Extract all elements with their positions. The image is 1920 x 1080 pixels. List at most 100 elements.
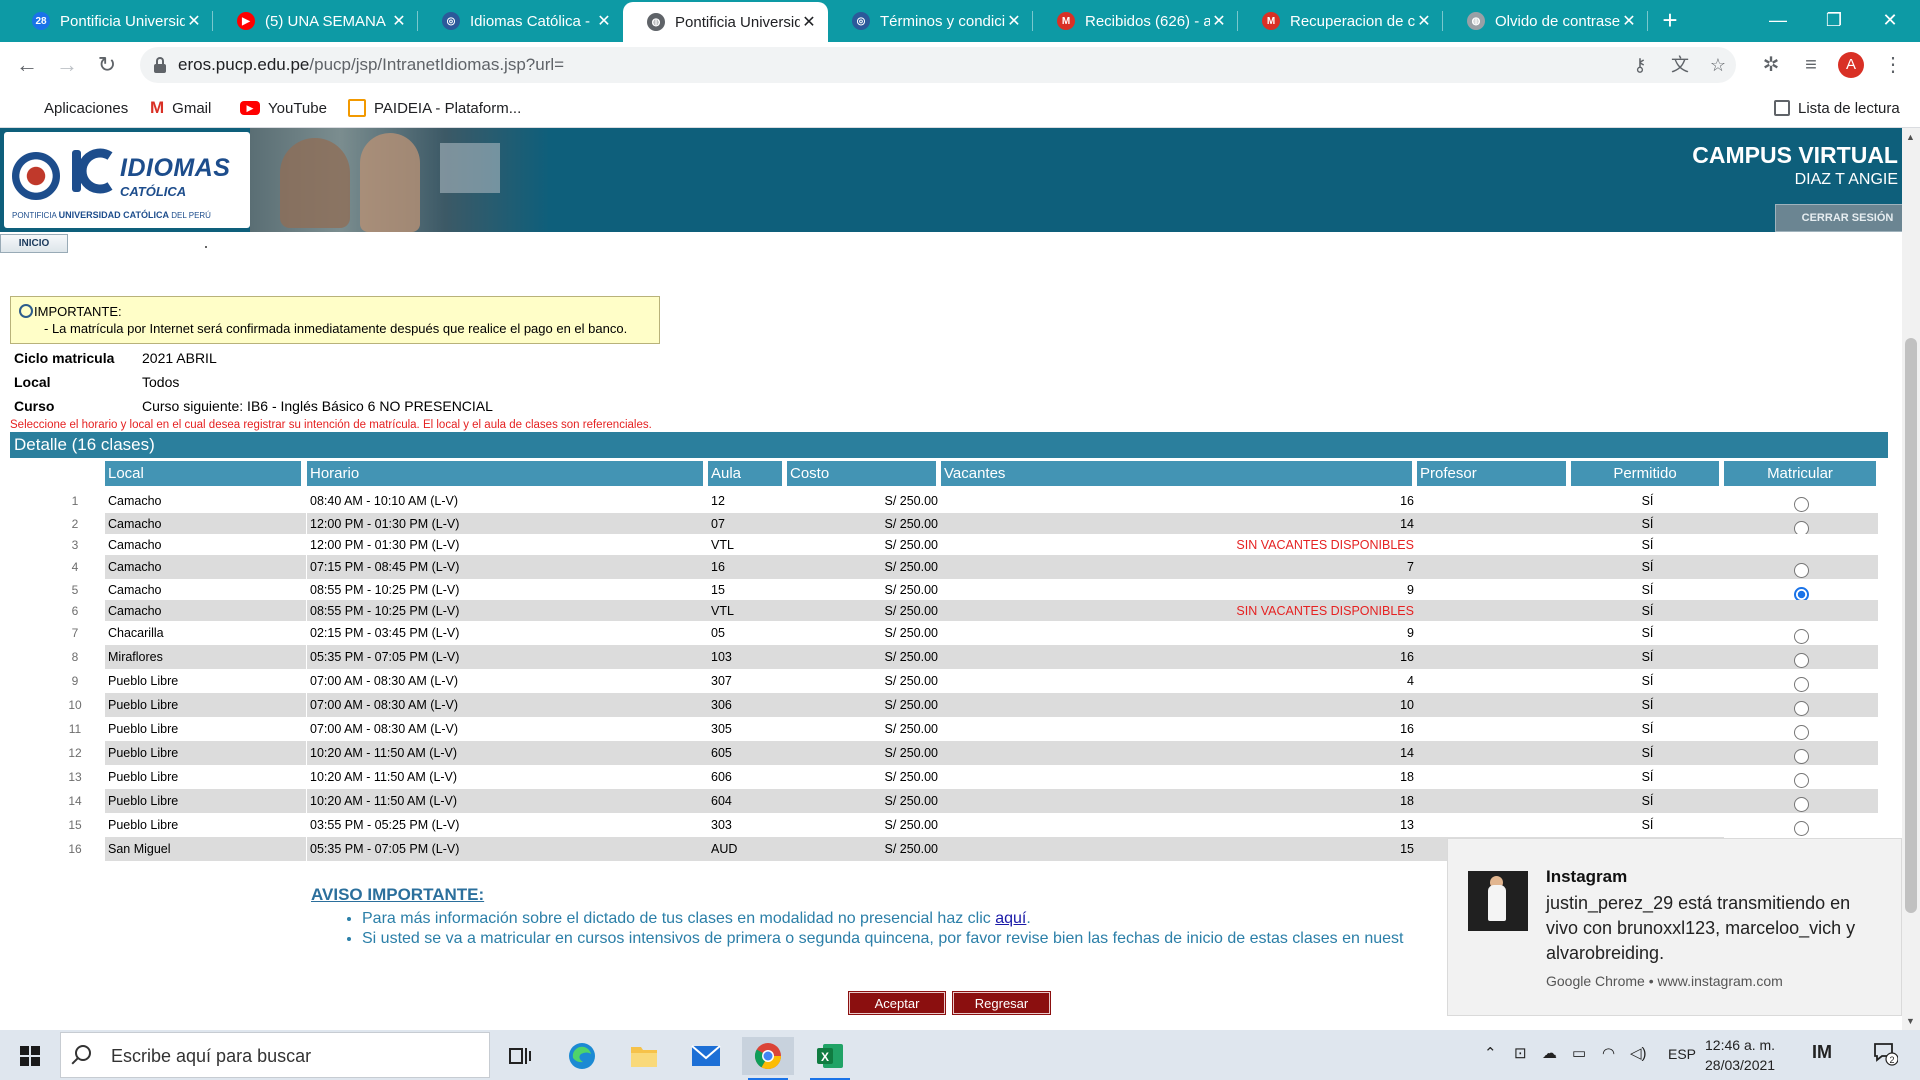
enroll-radio[interactable] (1793, 653, 1809, 668)
enroll-radio[interactable] (1793, 521, 1809, 534)
tray-overflow-icon[interactable]: ⌃ (1484, 1044, 1497, 1062)
enroll-radio[interactable] (1793, 677, 1809, 692)
enroll-radio[interactable] (1793, 497, 1809, 512)
cell-costo: S/ 250.00 (884, 770, 938, 784)
more-menu-icon[interactable]: ⋮ (1878, 50, 1908, 80)
back-button[interactable]: Regresar (952, 991, 1051, 1015)
excel-icon[interactable]: X (804, 1037, 856, 1080)
cell-vacantes: 7 (941, 555, 1417, 579)
reload-icon[interactable]: ↻ (90, 48, 124, 82)
cell-aula: 16 (708, 555, 787, 579)
tab-favicon-icon: ◎ (852, 12, 870, 30)
windows-start-icon[interactable] (20, 1046, 40, 1066)
enroll-radio[interactable] (1793, 773, 1809, 788)
page-scrollbar[interactable]: ▲ ▼ (1902, 128, 1920, 1030)
tab-inicio[interactable]: INICIO (0, 234, 68, 253)
bookmark-apps[interactable]: Aplicaciones (18, 96, 128, 120)
back-arrow-icon[interactable]: ← (10, 48, 44, 82)
bookmarks-bar: Aplicaciones M Gmail ▶ YouTube PAIDEIA -… (0, 88, 1920, 128)
tab-close-icon[interactable]: ✕ (800, 12, 818, 32)
key-icon[interactable]: ⚷ (1628, 53, 1652, 77)
chrome-taskbar-icon[interactable] (742, 1037, 794, 1080)
cell-local: Pueblo Libre (105, 741, 306, 765)
tab-close-icon[interactable]: ✕ (595, 11, 613, 31)
bookmark-youtube[interactable]: ▶ YouTube (240, 96, 327, 120)
browser-tab[interactable]: ▶ (5) UNA SEMANA ✕ (213, 0, 418, 42)
cell-costo: S/ 250.00 (884, 582, 938, 597)
volume-icon[interactable]: ◁) (1630, 1044, 1647, 1062)
cell-local: Camacho (108, 582, 162, 597)
logout-button[interactable]: CERRAR SESIÓN (1775, 204, 1920, 232)
tab-favicon-icon: ◍ (1467, 12, 1485, 30)
language-indicator[interactable]: ESP (1668, 1046, 1696, 1062)
media-queue-icon[interactable]: ≡ (1796, 50, 1826, 80)
onedrive-icon[interactable]: ☁ (1542, 1044, 1557, 1062)
browser-tab[interactable]: ◎ Idiomas Católica - ✕ (418, 0, 623, 42)
browser-tab[interactable]: 28 Pontificia Universid ✕ (8, 0, 213, 42)
enroll-radio[interactable] (1793, 629, 1809, 644)
minimize-button[interactable]: — (1750, 0, 1806, 40)
enroll-radio[interactable] (1793, 563, 1809, 578)
scroll-up-arrow-icon[interactable]: ▲ (1906, 132, 1915, 142)
bookmark-star-icon[interactable]: ☆ (1706, 53, 1730, 77)
scroll-thumb[interactable] (1905, 338, 1917, 913)
cell-vacantes: 9 (1407, 626, 1414, 640)
forward-arrow-icon[interactable]: → (50, 48, 84, 82)
tab-close-icon[interactable]: ✕ (185, 11, 203, 31)
enroll-radio[interactable] (1793, 725, 1809, 740)
extensions-puzzle-icon[interactable]: ✲ (1756, 50, 1786, 80)
browser-tab[interactable]: ◍ Olvido de contrase ✕ (1443, 0, 1648, 42)
mail-icon[interactable] (680, 1037, 732, 1075)
tab-close-icon[interactable]: ✕ (390, 11, 408, 31)
profile-avatar[interactable]: A (1838, 52, 1864, 78)
cell-costo: S/ 250.00 (884, 537, 938, 552)
translate-icon[interactable]: 文 (1668, 53, 1692, 77)
battery-icon[interactable]: ▭ (1572, 1044, 1586, 1062)
tab-close-icon[interactable]: ✕ (1005, 11, 1023, 31)
browser-tab[interactable]: ◍ Pontificia Universid ✕ (623, 2, 828, 42)
address-bar[interactable]: eros.pucp.edu.pe/pucp/jsp/IntranetIdioma… (140, 47, 1736, 83)
instagram-notification[interactable]: Instagram justin_perez_29 está transmiti… (1447, 838, 1902, 1016)
tab-favicon-icon: ◎ (442, 12, 460, 30)
cell-profesor (1417, 555, 1571, 579)
file-explorer-icon[interactable] (618, 1037, 670, 1075)
enroll-radio[interactable] (1793, 797, 1809, 812)
scroll-down-arrow-icon[interactable]: ▼ (1906, 1016, 1915, 1026)
tab-close-icon[interactable]: ✕ (1210, 11, 1228, 31)
enroll-radio[interactable] (1793, 749, 1809, 764)
enroll-radio[interactable] (1793, 821, 1809, 836)
lock-icon[interactable] (154, 57, 166, 73)
close-window-button[interactable]: ✕ (1862, 0, 1918, 40)
tab-title: Términos y condicio (880, 12, 1005, 30)
cell-permitido: SÍ (1641, 537, 1654, 552)
campus-title: CAMPUS VIRTUAL (1692, 142, 1898, 168)
aviso-item: Para más información sobre el dictado de… (362, 909, 1403, 929)
reading-list[interactable]: Lista de lectura (1774, 96, 1900, 120)
cell-horario: 10:20 AM - 11:50 AM (L-V) (307, 741, 708, 765)
maximize-button[interactable]: ❐ (1806, 0, 1862, 40)
tab-close-icon[interactable]: ✕ (1620, 11, 1638, 31)
clock[interactable]: 12:46 a. m. 28/03/2021 (1705, 1035, 1775, 1075)
cell-permitido: SÍ (1571, 645, 1724, 669)
bookmark-paideia[interactable]: PAIDEIA - Plataform... (348, 96, 521, 120)
task-view-icon[interactable] (494, 1037, 546, 1075)
aqui-link[interactable]: aquí (995, 910, 1026, 927)
app-tray-icon[interactable]: IM (1812, 1042, 1832, 1063)
taskbar-search[interactable]: Escribe aquí para buscar (60, 1032, 490, 1078)
bookmark-gmail[interactable]: M Gmail (150, 96, 211, 120)
new-tab-button[interactable]: + (1654, 4, 1686, 36)
enroll-radio[interactable] (1793, 701, 1809, 716)
url-text[interactable]: eros.pucp.edu.pe/pucp/jsp/IntranetIdioma… (178, 55, 564, 75)
enroll-radio[interactable] (1793, 587, 1809, 600)
browser-tab[interactable]: M Recibidos (626) - a ✕ (1033, 0, 1238, 42)
tab-close-icon[interactable]: ✕ (1415, 11, 1433, 31)
edge-browser-icon[interactable] (556, 1037, 608, 1075)
browser-tab[interactable]: M Recuperacion de c ✕ (1238, 0, 1443, 42)
action-center-icon[interactable]: 2 (1872, 1040, 1899, 1070)
browser-tab[interactable]: ◎ Términos y condicio ✕ (828, 0, 1033, 42)
wifi-icon[interactable]: ◠ (1602, 1044, 1615, 1062)
cell-horario: 07:00 AM - 08:30 AM (L-V) (310, 674, 458, 688)
site-logo[interactable]: IDIOMAS CATÓLICA PONTIFICIA UNIVERSIDAD … (4, 132, 250, 228)
meet-now-icon[interactable]: ⊡ (1514, 1044, 1527, 1062)
accept-button[interactable]: Aceptar (848, 991, 946, 1015)
